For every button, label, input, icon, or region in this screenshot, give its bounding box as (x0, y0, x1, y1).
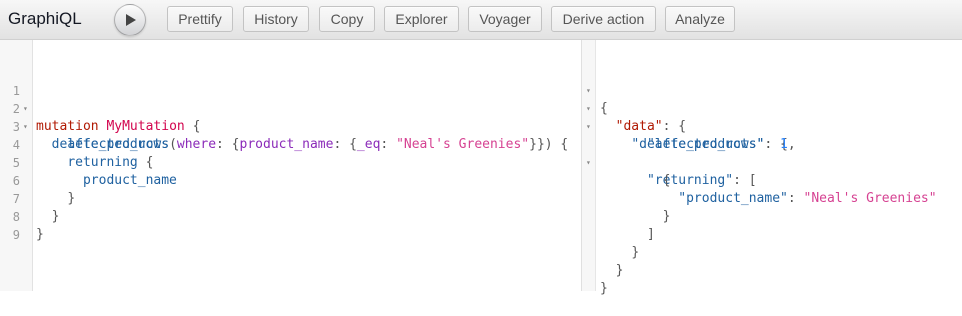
punct-token: ] (646, 227, 655, 242)
query-line: 2 ▾ delete_products(where: {product_name… (0, 82, 569, 152)
result-line: } (582, 226, 639, 260)
result-line: "affected_rows": 1, (582, 118, 796, 152)
prettify-button[interactable]: Prettify (167, 6, 233, 32)
json-key-token: "affected_rows" (646, 137, 765, 152)
derive-action-button[interactable]: Derive action (551, 6, 656, 32)
analyze-button[interactable]: Analyze (665, 6, 735, 32)
punct-token: } (662, 209, 671, 224)
punct-token: : { (216, 137, 240, 152)
punct-token: }}) { (529, 137, 569, 152)
result-line: ▾ "delete_products": { (582, 100, 788, 152)
query-line: 5 product_name (0, 136, 177, 188)
result-line: } (582, 262, 613, 296)
field-token: product_name (82, 173, 177, 188)
argument-token: product_name (239, 137, 334, 152)
punct-token: : [ (733, 173, 757, 188)
toolbar: GraphiQL Prettify History Copy Explorer … (0, 0, 962, 40)
explorer-button[interactable]: Explorer (384, 6, 459, 32)
punct-token: : (787, 191, 804, 206)
result-line: ▾ "returning": [ (582, 136, 757, 188)
punct-token: } (67, 191, 76, 206)
operation-name-token: MyMutation (106, 119, 185, 134)
history-button[interactable]: History (243, 6, 309, 32)
execute-query-button[interactable] (114, 4, 146, 36)
copy-button[interactable]: Copy (319, 6, 375, 32)
punct-token: } (36, 227, 44, 242)
argument-token: where (176, 137, 217, 152)
field-token: returning (67, 155, 138, 170)
query-line: 6 } (0, 154, 75, 206)
argument-token: _eq (356, 137, 381, 152)
punct-token: : { (662, 119, 687, 134)
result-line: { (582, 154, 671, 188)
punct-token: : (380, 137, 397, 152)
punct-token: } (51, 209, 60, 224)
punct-token: } (631, 245, 640, 260)
punct-token: { (192, 119, 201, 134)
query-line: 1 ▾ mutation MyMutation { (0, 64, 201, 134)
number-token: 1 (780, 137, 788, 152)
result-line: ▾ "data": { (582, 82, 686, 134)
string-token: "Neal's Greenies" (396, 137, 530, 152)
query-line: 7 } (0, 172, 60, 224)
result-viewer[interactable]: ▾ { ▾ "data": { ▾ "delete_products": { "… (582, 40, 962, 296)
result-line: } (582, 190, 671, 224)
result-line: ] (582, 208, 655, 242)
punct-token: { (662, 173, 671, 188)
string-token: "Neal's Greenies" (803, 191, 937, 206)
play-icon (126, 14, 136, 26)
line-number: 9 (12, 228, 20, 242)
query-line: 4 returning { (0, 118, 154, 170)
result-line: "product_name": "Neal's Greenies" (582, 172, 936, 206)
query-line: 9 (0, 208, 31, 242)
punct-token: : { (333, 137, 357, 152)
voyager-button[interactable]: Voyager (468, 6, 542, 32)
keyword-token: mutation (36, 119, 99, 134)
query-line: 8 } (0, 190, 44, 242)
query-line: 3 affected_rows (0, 100, 169, 152)
result-line: } (582, 244, 624, 278)
punct-token: } (615, 263, 624, 278)
json-key-token: "data" (615, 119, 663, 134)
app-title: GraphiQL (8, 9, 82, 28)
json-key-token: "product_name" (678, 191, 788, 206)
punct-token: ( (169, 137, 177, 152)
result-line: ▾ { (582, 64, 613, 116)
punct-token: } (600, 281, 608, 296)
punct-token: { (137, 155, 154, 170)
punct-token: , (787, 137, 796, 152)
query-editor[interactable]: 1 ▾ mutation MyMutation { 2 ▾ delete_pro… (0, 40, 582, 291)
punct-token: : (764, 137, 781, 152)
field-token: affected_rows (67, 137, 170, 152)
